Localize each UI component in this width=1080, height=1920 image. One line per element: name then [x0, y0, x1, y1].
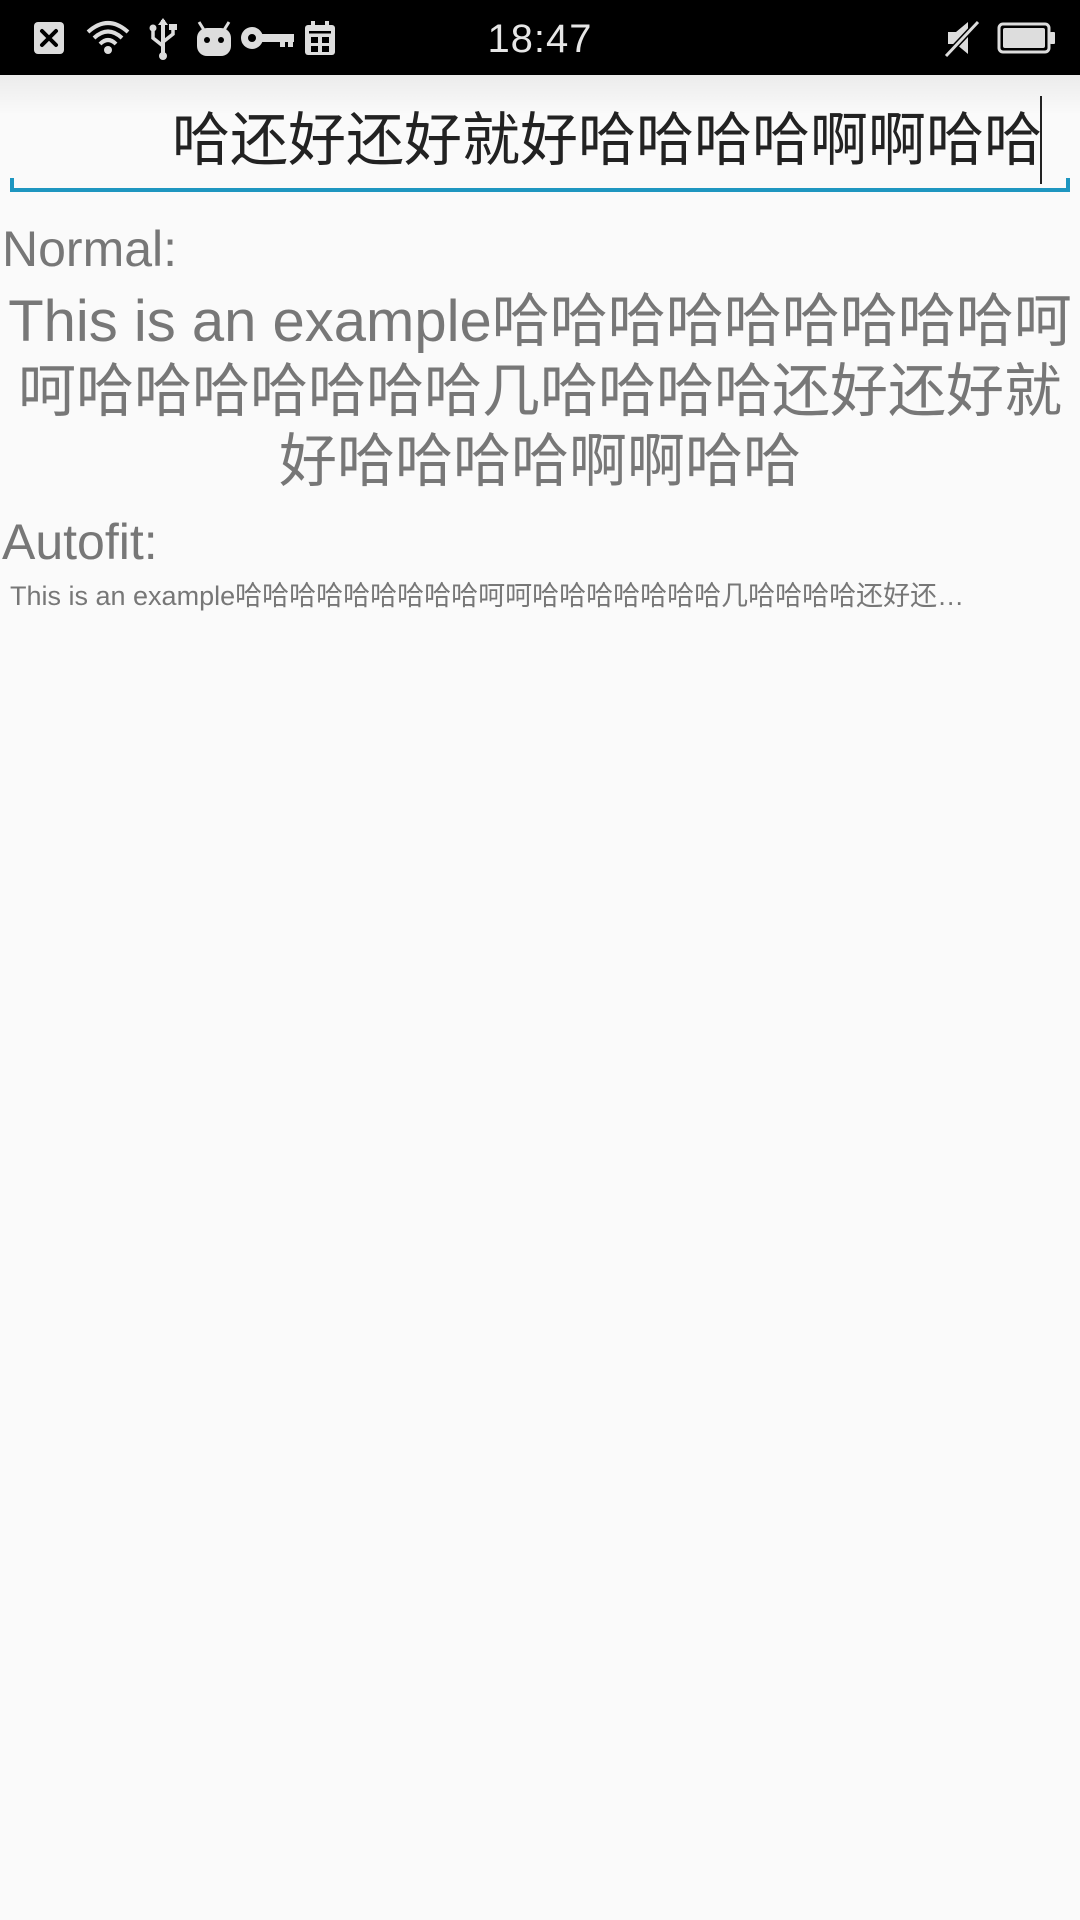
normal-label: Normal:: [2, 221, 178, 277]
autofit-label: Autofit:: [2, 514, 158, 570]
mute-icon: [940, 14, 984, 62]
normal-text-view: This is an example哈哈哈哈哈哈哈哈哈呵呵哈哈哈哈哈哈哈几哈哈哈…: [8, 289, 1072, 494]
battery-icon: [996, 14, 1058, 62]
text-cursor: [1040, 96, 1042, 184]
status-bar: 18:47: [0, 0, 1080, 75]
text-input[interactable]: 哈还好还好就好哈哈哈哈啊啊哈哈: [10, 90, 1070, 198]
text-input-underline: [10, 178, 1070, 192]
autofit-text-view: This is an example哈哈哈哈哈哈哈哈哈呵呵哈哈哈哈哈哈哈几哈哈哈…: [10, 581, 965, 611]
text-input-value[interactable]: 哈还好还好就好哈哈哈哈啊啊哈哈: [10, 90, 1070, 190]
status-time: 18:47: [487, 17, 593, 61]
app-screen: 18:47 哈还好还好就好哈哈哈哈啊啊哈哈 Normal: This is an…: [0, 0, 1080, 1920]
